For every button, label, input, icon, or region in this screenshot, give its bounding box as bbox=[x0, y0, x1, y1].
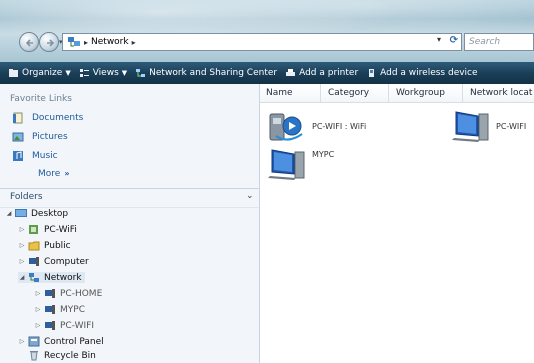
wireless-device-icon bbox=[369, 69, 375, 77]
expand-arrow-icon[interactable]: ▷ bbox=[34, 306, 42, 313]
more-arrow-icon: » bbox=[64, 169, 70, 178]
network-pc-icon bbox=[45, 321, 55, 330]
address-bar[interactable]: ▸ Network ▸ ▾ ⟳ bbox=[62, 33, 462, 51]
folders-header[interactable]: Folders ⌄ bbox=[0, 188, 259, 208]
folder-icon bbox=[28, 241, 40, 251]
column-header-workgroup[interactable]: Workgroup bbox=[396, 88, 445, 98]
network-sharing-icon bbox=[136, 69, 146, 77]
printer-icon bbox=[286, 69, 296, 76]
tree-item-computer[interactable]: ▷ Computer bbox=[18, 256, 89, 267]
network-icon bbox=[68, 37, 80, 47]
column-headers: Name Category Workgroup Network locat bbox=[260, 84, 534, 103]
command-bar: Organize ▼ Views ▼ Network and Sharing Cen… bbox=[0, 62, 534, 84]
column-divider[interactable] bbox=[462, 84, 463, 102]
favorite-links-header: Favorite Links bbox=[10, 94, 72, 104]
search-input[interactable]: Search bbox=[464, 33, 534, 51]
address-dropdown-icon[interactable]: ▾ bbox=[437, 35, 441, 44]
tree-item-recycle-bin[interactable]: Recycle Bin bbox=[28, 350, 96, 361]
tree-item-public[interactable]: ▷ Public bbox=[18, 240, 71, 251]
organize-button[interactable]: Organize ▼ bbox=[0, 62, 75, 84]
tree-item-mypc[interactable]: ▷ MYPC bbox=[34, 304, 85, 315]
collapse-arrow-icon[interactable]: ◢ bbox=[5, 210, 13, 217]
network-item-pc-wifi-media[interactable]: PC-WIFI : WiFi bbox=[268, 108, 366, 144]
documents-icon bbox=[13, 112, 23, 124]
computer-icon bbox=[29, 257, 39, 266]
network-pc-icon bbox=[45, 289, 55, 298]
expand-arrow-icon[interactable]: ▷ bbox=[18, 242, 26, 249]
column-header-name[interactable]: Name bbox=[266, 88, 293, 98]
favorite-link-music[interactable]: Music bbox=[12, 150, 58, 162]
column-header-network-location[interactable]: Network locat bbox=[470, 88, 532, 98]
breadcrumb-separator[interactable]: ▸ bbox=[132, 38, 136, 47]
collapse-arrow-icon[interactable]: ◢ bbox=[18, 274, 26, 281]
more-links-link[interactable]: More» bbox=[38, 169, 69, 179]
chevron-down-icon: ⌄ bbox=[246, 191, 254, 201]
favorite-link-documents[interactable]: Documents bbox=[12, 112, 83, 124]
breadcrumb-network[interactable]: Network bbox=[91, 37, 129, 47]
network-icon bbox=[29, 273, 39, 282]
tree-item-desktop[interactable]: ◢ Desktop bbox=[5, 208, 68, 219]
network-computer-icon bbox=[452, 111, 489, 142]
tree-item-control-panel[interactable]: ▷ Control Panel bbox=[18, 336, 104, 347]
views-button[interactable]: Views ▼ bbox=[75, 62, 131, 84]
expand-arrow-icon[interactable]: ▷ bbox=[18, 338, 26, 345]
add-wireless-device-button[interactable]: Add a wireless device bbox=[362, 62, 481, 84]
forward-button[interactable] bbox=[39, 32, 59, 52]
column-divider[interactable] bbox=[388, 84, 389, 102]
file-list-pane: Name Category Workgroup Network locat PC… bbox=[260, 84, 534, 363]
navigation-pane: Favorite Links Documents Pictures Music … bbox=[0, 84, 260, 363]
add-printer-button[interactable]: Add a printer bbox=[281, 62, 362, 84]
media-device-icon bbox=[269, 113, 303, 141]
pictures-icon bbox=[12, 132, 24, 142]
network-computer-icon bbox=[268, 149, 305, 180]
control-panel-icon bbox=[28, 336, 40, 347]
expand-arrow-icon[interactable]: ▷ bbox=[18, 226, 26, 233]
network-sharing-center-button[interactable]: Network and Sharing Center bbox=[131, 62, 281, 84]
expand-arrow-icon[interactable]: ▷ bbox=[18, 258, 26, 265]
network-pc-icon bbox=[45, 305, 55, 314]
views-icon bbox=[79, 69, 89, 77]
back-arrow-icon bbox=[25, 39, 33, 47]
back-button[interactable] bbox=[19, 32, 39, 52]
refresh-icon[interactable]: ⟳ bbox=[450, 35, 458, 46]
tree-item-pc-home[interactable]: ▷ PC-HOME bbox=[34, 288, 103, 299]
column-divider[interactable] bbox=[320, 84, 321, 102]
tree-item-pc-wifi[interactable]: ▷ PC-WiFi bbox=[18, 224, 77, 235]
pc-icon bbox=[29, 225, 38, 234]
network-item-pc-wifi[interactable]: PC-WIFI bbox=[452, 108, 526, 144]
tree-item-network[interactable]: ◢ Network bbox=[18, 272, 85, 283]
expand-arrow-icon[interactable]: ▷ bbox=[34, 290, 42, 297]
forward-arrow-icon bbox=[47, 39, 55, 47]
column-header-category[interactable]: Category bbox=[328, 88, 369, 98]
expand-arrow-icon[interactable]: ▷ bbox=[34, 322, 42, 329]
breadcrumb-separator: ▸ bbox=[84, 37, 89, 47]
network-item-mypc[interactable]: MYPC bbox=[268, 146, 334, 182]
desktop-icon bbox=[15, 209, 27, 217]
organize-icon bbox=[9, 69, 18, 77]
favorite-link-pictures[interactable]: Pictures bbox=[12, 131, 68, 143]
tree-item-pc-wifi-network[interactable]: ▷ PC-WIFI bbox=[34, 320, 94, 331]
window-titlebar bbox=[0, 0, 534, 62]
music-icon bbox=[13, 151, 23, 161]
recycle-bin-icon bbox=[30, 351, 38, 361]
